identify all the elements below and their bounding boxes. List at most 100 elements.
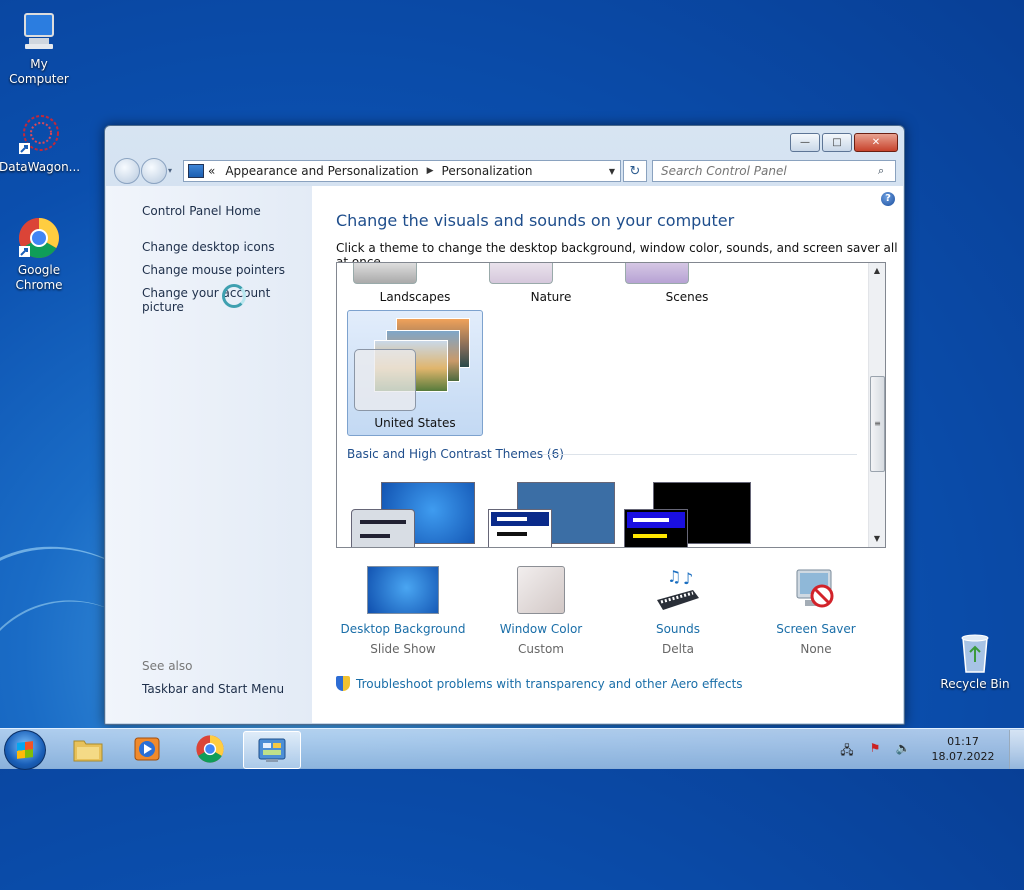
- svg-text:♫: ♫: [667, 567, 681, 586]
- sounds-link[interactable]: Sounds: [613, 622, 743, 636]
- control-panel-icon: [188, 164, 204, 178]
- desktop-background-picker[interactable]: Desktop Background Slide Show: [338, 566, 468, 656]
- forward-button[interactable]: [141, 158, 167, 184]
- search-box[interactable]: ⌕: [652, 160, 896, 182]
- personalization-window: — □ ✕ ▾ « Appearance and Personalization…: [104, 125, 905, 725]
- computer-icon: [17, 10, 61, 54]
- theme-thumbnail-scenes[interactable]: [625, 263, 689, 284]
- taskbar-chrome-button[interactable]: [182, 731, 238, 767]
- busy-cursor-icon: [222, 284, 246, 308]
- taskbar: 🖧 ⚑ 🔈 01:17 18.07.2022: [0, 728, 1024, 770]
- network-icon[interactable]: 🖧: [839, 741, 855, 757]
- breadcrumb-personalization[interactable]: Personalization: [442, 164, 533, 178]
- theme-window-preview: [488, 509, 552, 547]
- change-mouse-pointers-link[interactable]: Change mouse pointers: [142, 263, 285, 277]
- window-color-picker[interactable]: Window Color Custom: [476, 566, 606, 656]
- basic-themes-heading: Basic and High Contrast Themes (6): [347, 447, 564, 461]
- taskbar-media-player-button[interactable]: [119, 731, 175, 767]
- page-title: Change the visuals and sounds on your co…: [336, 211, 735, 230]
- caption-buttons: — □ ✕: [788, 133, 898, 152]
- screen-saver-value: None: [800, 642, 832, 656]
- clock[interactable]: 01:17 18.07.2022: [917, 734, 1009, 764]
- theme-label-nature[interactable]: Nature: [486, 290, 616, 304]
- sounds-value: Delta: [661, 642, 694, 656]
- window-color-value: Custom: [518, 642, 564, 656]
- theme-thumbnail-nature[interactable]: [489, 263, 553, 284]
- desktop-icon-recycle-bin[interactable]: Recycle Bin: [935, 630, 1015, 692]
- window-color-link[interactable]: Window Color: [476, 622, 606, 636]
- theme-list-scrollbar[interactable]: ▲ ≡ ▼: [868, 263, 885, 547]
- clock-time: 01:17: [947, 735, 979, 748]
- windows-logo-icon: [17, 741, 33, 759]
- breadcrumb-arrow-icon[interactable]: ▶: [427, 166, 434, 176]
- sounds-picker[interactable]: ♫ ♪ Sounds Delta: [613, 566, 743, 656]
- control-panel-home-link[interactable]: Control Panel Home: [142, 204, 261, 218]
- desktop-icon-label: Recycle Bin: [940, 677, 1010, 691]
- maximize-button[interactable]: □: [822, 133, 852, 152]
- desktop-icon-my-computer[interactable]: My Computer: [0, 10, 79, 87]
- task-pane: Control Panel Home Change desktop icons …: [106, 186, 312, 723]
- theme-thumbnail-landscapes[interactable]: [353, 263, 417, 284]
- action-center-icon[interactable]: ⚑: [867, 741, 883, 757]
- search-input[interactable]: [653, 163, 878, 179]
- screen-saver-icon: [751, 566, 881, 616]
- change-desktop-icons-link[interactable]: Change desktop icons: [142, 240, 275, 254]
- show-desktop-button[interactable]: [1009, 729, 1024, 769]
- theme-window-preview: [351, 509, 415, 547]
- taskbar-control-panel-button[interactable]: [243, 731, 301, 769]
- desktop-icon-datawagon[interactable]: DataWagon...: [0, 113, 81, 175]
- section-divider: [542, 454, 857, 455]
- navigation-buttons: ▾: [114, 158, 176, 184]
- screen-saver-picker[interactable]: Screen Saver None: [751, 566, 881, 656]
- shield-icon: [336, 676, 350, 691]
- screen-saver-link[interactable]: Screen Saver: [751, 622, 881, 636]
- explorer-icon: [73, 740, 103, 762]
- system-tray: 🖧 ⚑ 🔈 01:17 18.07.2022: [833, 729, 1024, 769]
- address-dropdown-icon[interactable]: ▼: [604, 167, 620, 176]
- taskbar-start-menu-link[interactable]: Taskbar and Start Menu: [142, 682, 284, 696]
- recent-pages-dropdown[interactable]: ▾: [168, 158, 176, 182]
- theme-item-united-states[interactable]: United States: [347, 310, 483, 436]
- theme-list[interactable]: Landscapes Nature Scenes United States B…: [336, 262, 886, 548]
- troubleshoot-link[interactable]: Troubleshoot problems with transparency …: [336, 676, 743, 691]
- close-button[interactable]: ✕: [854, 133, 898, 152]
- theme-label-landscapes[interactable]: Landscapes: [350, 290, 480, 304]
- minimize-button[interactable]: —: [790, 133, 820, 152]
- control-panel-icon: [258, 738, 286, 762]
- theme-window-preview: [624, 509, 688, 547]
- back-button[interactable]: [114, 158, 140, 184]
- theme-label-scenes[interactable]: Scenes: [622, 290, 752, 304]
- desktop-icon-label: DataWagon...: [0, 160, 81, 174]
- desktop-icon-google-chrome[interactable]: Google Chrome: [0, 216, 79, 293]
- content-area: Control Panel Home Change desktop icons …: [106, 186, 903, 723]
- window-color-icon: [476, 566, 606, 616]
- media-player-icon: [134, 737, 160, 761]
- desktop-icon-label: Google Chrome: [15, 263, 63, 292]
- desktop-background-value: Slide Show: [370, 642, 436, 656]
- scrollbar-thumb[interactable]: ≡: [870, 376, 885, 472]
- desktop-background-link[interactable]: Desktop Background: [338, 622, 468, 636]
- scroll-down-icon[interactable]: ▼: [869, 531, 885, 547]
- address-bar[interactable]: « Appearance and Personalization ▶ Perso…: [183, 160, 621, 182]
- sounds-icon: ♫ ♪: [613, 566, 743, 616]
- theme-label-united-states: United States: [374, 416, 456, 430]
- chrome-icon: [196, 735, 224, 763]
- scroll-up-icon[interactable]: ▲: [869, 263, 885, 279]
- svg-text:♪: ♪: [683, 569, 693, 588]
- help-icon[interactable]: ?: [881, 192, 895, 206]
- datawagon-icon: [17, 113, 61, 157]
- desktop-icon-label: My Computer: [9, 57, 69, 86]
- clock-date: 18.07.2022: [931, 750, 995, 763]
- volume-icon[interactable]: 🔈: [895, 741, 911, 757]
- chrome-icon: [17, 216, 61, 260]
- desktop-background-icon: [338, 566, 468, 616]
- see-also-heading: See also: [142, 659, 193, 673]
- taskbar-explorer-button[interactable]: [60, 731, 116, 767]
- refresh-button[interactable]: ↻: [623, 160, 647, 182]
- troubleshoot-label[interactable]: Troubleshoot problems with transparency …: [356, 677, 743, 691]
- start-button[interactable]: [4, 730, 46, 770]
- breadcrumb-overflow[interactable]: «: [208, 164, 215, 178]
- recycle-bin-icon: [953, 630, 997, 674]
- breadcrumb-appearance[interactable]: Appearance and Personalization: [225, 164, 418, 178]
- search-icon[interactable]: ⌕: [878, 164, 894, 178]
